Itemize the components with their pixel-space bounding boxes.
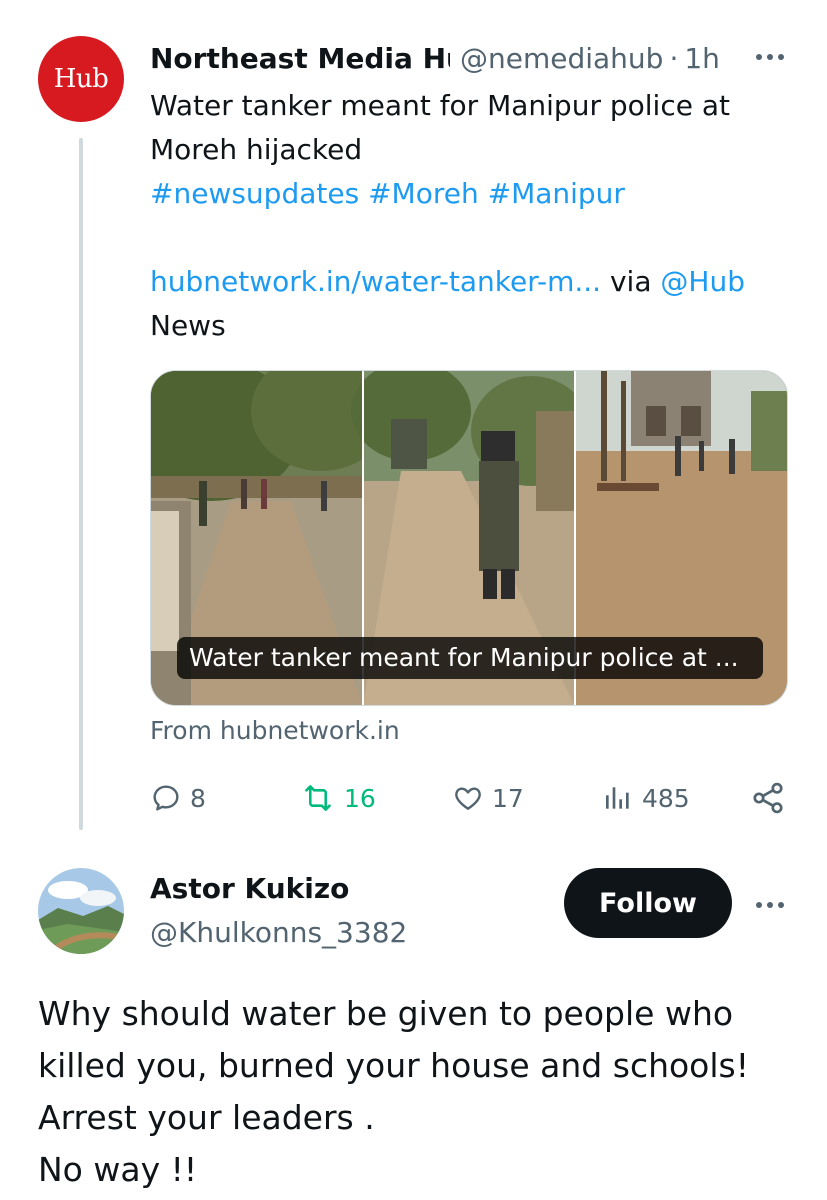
separator-dot: ·: [669, 41, 679, 75]
views-button[interactable]: 485: [602, 776, 690, 820]
tweet-text-line: Water tanker meant for Manipur police at: [150, 89, 730, 122]
hashtag-link[interactable]: #newsupdates: [150, 177, 359, 210]
author-avatar[interactable]: Hub: [38, 36, 124, 122]
share-icon: [753, 782, 783, 814]
more-icon-dot: [756, 902, 762, 908]
reply-author-avatar[interactable]: [38, 868, 124, 954]
reply-icon: [153, 785, 179, 811]
follow-button[interactable]: Follow: [564, 868, 732, 938]
article-link[interactable]: hubnetwork.in/water-tanker-m...: [150, 265, 601, 298]
reply-more-options-button[interactable]: [750, 890, 790, 920]
tweet-text: Water tanker meant for Manipur police at…: [150, 84, 800, 348]
more-icon-dot: [778, 54, 784, 60]
reply-text-line: No way !!: [38, 1150, 198, 1189]
card-source[interactable]: From hubnetwork.in: [150, 716, 400, 745]
reply-count: 8: [190, 783, 206, 813]
reply-author-handle[interactable]: @Khulkonns_3382: [150, 916, 407, 949]
link-row: hubnetwork.in/water-tanker-m... via @Hub: [150, 260, 800, 304]
reply-text: Why should water be given to people who …: [38, 988, 808, 1196]
author-handle[interactable]: @nemediahub: [460, 42, 663, 75]
like-button[interactable]: 17: [452, 776, 524, 820]
link-preview-card[interactable]: Water tanker meant for Manipur police at…: [150, 370, 788, 706]
reply-text-line: Why should water be given to people who: [38, 994, 734, 1033]
more-options-button[interactable]: [750, 42, 790, 72]
reply-text-line: killed you, burned your house and school…: [38, 1046, 749, 1085]
tweet-header: Northeast Media Hub @nemediahub · 1h: [150, 38, 750, 78]
hashtag-link[interactable]: #Moreh: [368, 177, 479, 210]
more-icon-dot: [767, 902, 773, 908]
author-name[interactable]: Northeast Media Hub: [150, 42, 450, 75]
more-icon-dot: [778, 902, 784, 908]
views-count: 485: [642, 783, 690, 813]
repost-icon: [305, 785, 331, 811]
more-icon-dot: [756, 54, 762, 60]
repost-count: 16: [344, 783, 376, 813]
avatar-photo: [38, 868, 124, 954]
more-icon-dot: [767, 54, 773, 60]
like-count: 17: [492, 783, 524, 813]
card-caption: Water tanker meant for Manipur police at…: [177, 637, 763, 679]
avatar-logo-text: Hub: [53, 64, 109, 94]
hashtag-link[interactable]: #Manipur: [488, 177, 625, 210]
mention-link[interactable]: @Hub: [660, 265, 745, 298]
hashtag-row: #newsupdates #Moreh #Manipur: [150, 172, 800, 216]
tweet-text-line: Moreh hijacked: [150, 133, 363, 166]
trailing-text: News: [150, 309, 226, 342]
thread-line: [79, 138, 83, 830]
tweet-timestamp[interactable]: 1h: [684, 42, 720, 75]
reply-button[interactable]: 8: [150, 776, 206, 820]
views-icon: [606, 787, 629, 809]
reply-author-name[interactable]: Astor Kukizo: [150, 872, 349, 905]
share-button[interactable]: [750, 776, 794, 820]
reply-text-line: Arrest your leaders .: [38, 1098, 375, 1137]
like-icon: [455, 787, 481, 810]
tweet-actions: 8 16 17 485: [150, 776, 790, 820]
repost-button[interactable]: 16: [300, 776, 376, 820]
via-text: via: [609, 265, 652, 298]
